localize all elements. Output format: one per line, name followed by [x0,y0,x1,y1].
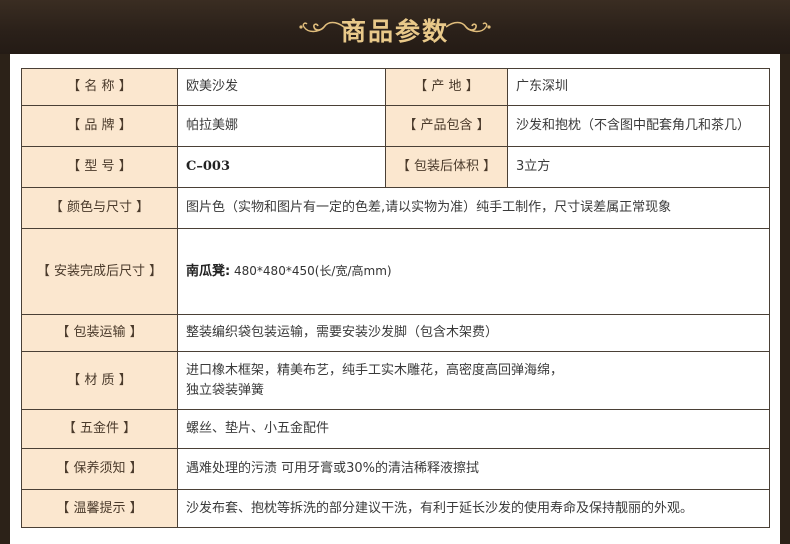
spec-label-care: 【 保养须知 】 [21,448,178,490]
spec-label-assembled-size: 【 安装完成后尺寸 】 [21,228,178,315]
table-row: 【 温馨提示 】 沙发布套、抱枕等拆洗的部分建议干洗，有利于延长沙发的使用寿命及… [21,489,770,528]
spec-value-assembled-size: 南瓜凳: 480*480*450(长/宽/高mm) [177,228,770,315]
right-scroll-ornament-icon [445,21,491,33]
spec-label-hardware: 【 五金件 】 [21,409,178,449]
spec-label-model: 【 型 号 】 [21,146,178,188]
table-row: 【 包装运输 】 整装编织袋包装运输，需要安装沙发脚（包含木架费） [21,314,770,352]
spec-label-package-volume: 【 包装后体积 】 [385,146,508,188]
spec-label-name: 【 名 称 】 [21,68,178,106]
spec-label-tips: 【 温馨提示 】 [21,489,178,528]
spec-value-model: C–003 [177,146,386,188]
spec-label-material: 【 材 质 】 [21,351,178,410]
spec-label-shipping: 【 包装运输 】 [21,314,178,352]
material-line-2: 独立袋装弹簧 [186,382,265,398]
spec-value-hardware: 螺丝、垫片、小五金配件 [177,409,770,449]
spec-value-material: 进口橡木框架，精美布艺，纯手工实木雕花，高密度高回弹海绵， 独立袋装弹簧 [177,351,770,410]
dimension-item-value: 480*480*450(长/宽/高mm) [230,264,392,278]
spec-value-care: 遇难处理的污渍 可用牙膏或30%的清洁稀释液擦拭 [177,448,770,490]
page-title: 商品参数 [340,17,449,46]
table-row: 【 品 牌 】 帕拉美娜 【 产品包含 】 沙发和抱枕（不含图中配套角几和茶几） [21,105,770,147]
spec-label-color-size: 【 颜色与尺寸 】 [21,187,178,229]
table-row: 【 安装完成后尺寸 】 南瓜凳: 480*480*450(长/宽/高mm) [21,228,770,315]
spec-value-color-size: 图片色（实物和图片有一定的色差,请以实物为准）纯手工制作，尺寸误差属正常现象 [177,187,770,229]
spec-value-shipping: 整装编织袋包装运输，需要安装沙发脚（包含木架费） [177,314,770,352]
table-row: 【 名 称 】 欧美沙发 【 产 地 】 广东深圳 [21,68,770,106]
product-specs-table: 【 名 称 】 欧美沙发 【 产 地 】 广东深圳 【 品 牌 】 帕拉美娜 【… [21,68,770,528]
spec-value-brand: 帕拉美娜 [177,105,386,147]
spec-value-origin: 广东深圳 [507,68,770,106]
table-row: 【 五金件 】 螺丝、垫片、小五金配件 [21,409,770,449]
table-row: 【 保养须知 】 遇难处理的污渍 可用牙膏或30%的清洁稀释液擦拭 [21,448,770,490]
spec-value-name: 欧美沙发 [177,68,386,106]
dimension-item-label: 南瓜凳: [186,264,231,279]
spec-label-contents: 【 产品包含 】 [385,105,508,147]
table-row: 【 型 号 】 C–003 【 包装后体积 】 3立方 [21,146,770,188]
spec-label-origin: 【 产 地 】 [385,68,508,106]
table-row: 【 颜色与尺寸 】 图片色（实物和图片有一定的色差,请以实物为准）纯手工制作，尺… [21,187,770,229]
spec-value-package-volume: 3立方 [507,146,770,188]
spec-value-contents: 沙发和抱枕（不含图中配套角几和茶几） [507,105,770,147]
header-banner: 商品参数 [0,0,790,54]
spec-label-brand: 【 品 牌 】 [21,105,178,147]
spec-value-tips: 沙发布套、抱枕等拆洗的部分建议干洗，有利于延长沙发的使用寿命及保持靓丽的外观。 [177,489,770,528]
table-row: 【 材 质 】 进口橡木框架，精美布艺，纯手工实木雕花，高密度高回弹海绵， 独立… [21,351,770,410]
material-line-1: 进口橡木框架，精美布艺，纯手工实木雕花，高密度高回弹海绵， [186,362,564,378]
